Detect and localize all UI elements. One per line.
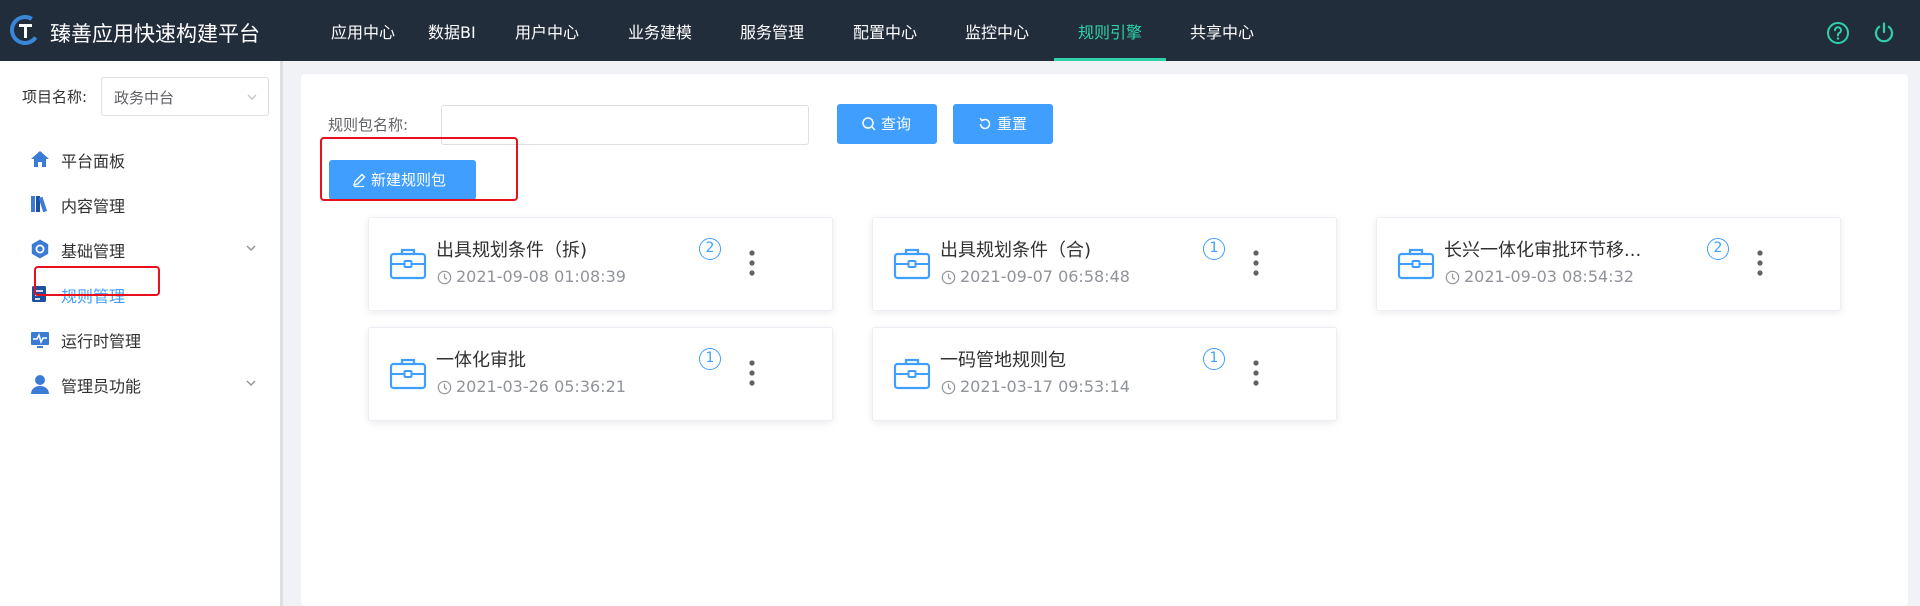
top-navbar: 臻善应用快速构建平台 应用中心 数据BI 用户中心 业务建模 服务管理 配置中心… xyxy=(0,0,1920,61)
nav-item-service-management[interactable]: 服务管理 xyxy=(740,0,804,61)
more-vertical-icon[interactable] xyxy=(1251,248,1261,278)
package-name-label: 规则包名称: xyxy=(328,116,409,134)
card-count-badge: 1 xyxy=(699,348,721,370)
clock-icon xyxy=(941,380,956,395)
reset-button-label: 重置 xyxy=(997,115,1028,133)
more-vertical-icon[interactable] xyxy=(747,358,757,388)
sidebar-item-dashboard[interactable]: 平台面板 xyxy=(0,140,280,176)
nav-item-rule-engine[interactable]: 规则引擎 xyxy=(1078,0,1142,61)
user-icon xyxy=(31,375,49,394)
query-button-label: 查询 xyxy=(881,115,912,133)
nav-item-monitor-center[interactable]: 监控中心 xyxy=(965,0,1029,61)
sidebar-item-rules[interactable]: 规则管理 xyxy=(0,275,280,311)
chevron-down-icon xyxy=(246,245,256,251)
more-vertical-icon[interactable] xyxy=(747,248,757,278)
sidebar-item-label: 基础管理 xyxy=(61,242,126,261)
gear-icon xyxy=(31,239,49,259)
clock-icon xyxy=(941,270,956,285)
nav-item-business-modeling[interactable]: 业务建模 xyxy=(628,0,692,61)
rule-package-card[interactable]: 长兴一体化审批环节移... 2021-09-03 08:54:32 2 xyxy=(1376,217,1841,311)
power-icon[interactable] xyxy=(1872,21,1896,45)
rules-icon xyxy=(32,286,46,302)
project-select-value: 政务中台 xyxy=(114,89,175,107)
nav-item-user-center[interactable]: 用户中心 xyxy=(515,0,579,61)
clock-icon xyxy=(437,270,452,285)
card-title: 一体化审批 xyxy=(436,350,526,371)
app-title: 臻善应用快速构建平台 xyxy=(50,22,260,46)
sidebar-item-label: 运行时管理 xyxy=(61,332,142,351)
clock-icon xyxy=(1445,270,1460,285)
card-count-badge: 1 xyxy=(1203,348,1225,370)
card-timestamp: 2021-03-26 05:36:21 xyxy=(456,377,626,396)
nav-item-app-center[interactable]: 应用中心 xyxy=(331,0,395,61)
briefcase-icon xyxy=(893,358,931,390)
nav-item-data-bi[interactable]: 数据BI xyxy=(428,0,476,61)
rule-package-card[interactable]: 出具规划条件（拆) 2021-09-08 01:08:39 2 xyxy=(368,217,833,311)
sidebar-item-label: 管理员功能 xyxy=(61,377,142,396)
edit-icon xyxy=(352,173,366,188)
sidebar-item-admin[interactable]: 管理员功能 xyxy=(0,365,280,401)
sidebar-divider xyxy=(280,61,283,606)
sidebar-item-label: 规则管理 xyxy=(61,287,126,306)
rule-package-card[interactable]: 一体化审批 2021-03-26 05:36:21 1 xyxy=(368,327,833,421)
card-count-badge: 2 xyxy=(699,238,721,260)
project-label: 项目名称: xyxy=(22,88,88,106)
rule-package-card[interactable]: 出具规划条件（合) 2021-09-07 06:58:48 1 xyxy=(872,217,1337,311)
sidebar-item-label: 平台面板 xyxy=(61,152,126,171)
card-timestamp: 2021-09-08 01:08:39 xyxy=(456,267,626,286)
books-icon xyxy=(31,196,48,213)
card-title: 一码管地规则包 xyxy=(940,350,1066,371)
refresh-icon xyxy=(979,117,991,130)
reset-button[interactable]: 重置 xyxy=(953,104,1053,144)
card-timestamp: 2021-03-17 09:53:14 xyxy=(960,377,1130,396)
rule-package-card[interactable]: 一码管地规则包 2021-03-17 09:53:14 1 xyxy=(872,327,1337,421)
card-count-badge: 1 xyxy=(1203,238,1225,260)
monitor-icon xyxy=(31,332,49,348)
more-vertical-icon[interactable] xyxy=(1251,358,1261,388)
query-button[interactable]: 查询 xyxy=(837,104,937,144)
card-count-badge: 2 xyxy=(1707,238,1729,260)
sidebar-item-runtime[interactable]: 运行时管理 xyxy=(0,320,280,356)
new-package-button-label: 新建规则包 xyxy=(371,171,447,189)
chevron-down-icon xyxy=(247,94,257,100)
package-name-input[interactable] xyxy=(441,105,809,145)
card-timestamp: 2021-09-07 06:58:48 xyxy=(960,267,1130,286)
sidebar-item-content[interactable]: 内容管理 xyxy=(0,185,280,221)
help-icon[interactable] xyxy=(1826,21,1850,45)
sidebar-item-label: 内容管理 xyxy=(61,197,126,216)
card-title: 长兴一体化审批环节移... xyxy=(1444,240,1642,261)
home-icon xyxy=(31,151,49,167)
nav-item-share-center[interactable]: 共享中心 xyxy=(1190,0,1254,61)
nav-item-config-center[interactable]: 配置中心 xyxy=(853,0,917,61)
briefcase-icon xyxy=(893,248,931,280)
clock-icon xyxy=(437,380,452,395)
chevron-down-icon xyxy=(246,380,256,386)
card-title: 出具规划条件（合) xyxy=(940,240,1092,261)
sidebar-item-basic[interactable]: 基础管理 xyxy=(0,230,280,266)
briefcase-icon xyxy=(389,358,427,390)
new-package-button[interactable]: 新建规则包 xyxy=(329,160,476,200)
logo-icon xyxy=(10,15,40,45)
briefcase-icon xyxy=(389,248,427,280)
project-select[interactable]: 政务中台 xyxy=(101,77,269,116)
card-timestamp: 2021-09-03 08:54:32 xyxy=(1464,267,1634,286)
more-vertical-icon[interactable] xyxy=(1755,248,1765,278)
sidebar: 项目名称: 政务中台 平台面板 内容管理 基础管理 规则管理 运行时管理 管理员… xyxy=(0,61,280,606)
briefcase-icon xyxy=(1397,248,1435,280)
search-icon xyxy=(862,117,876,131)
card-title: 出具规划条件（拆) xyxy=(436,240,588,261)
